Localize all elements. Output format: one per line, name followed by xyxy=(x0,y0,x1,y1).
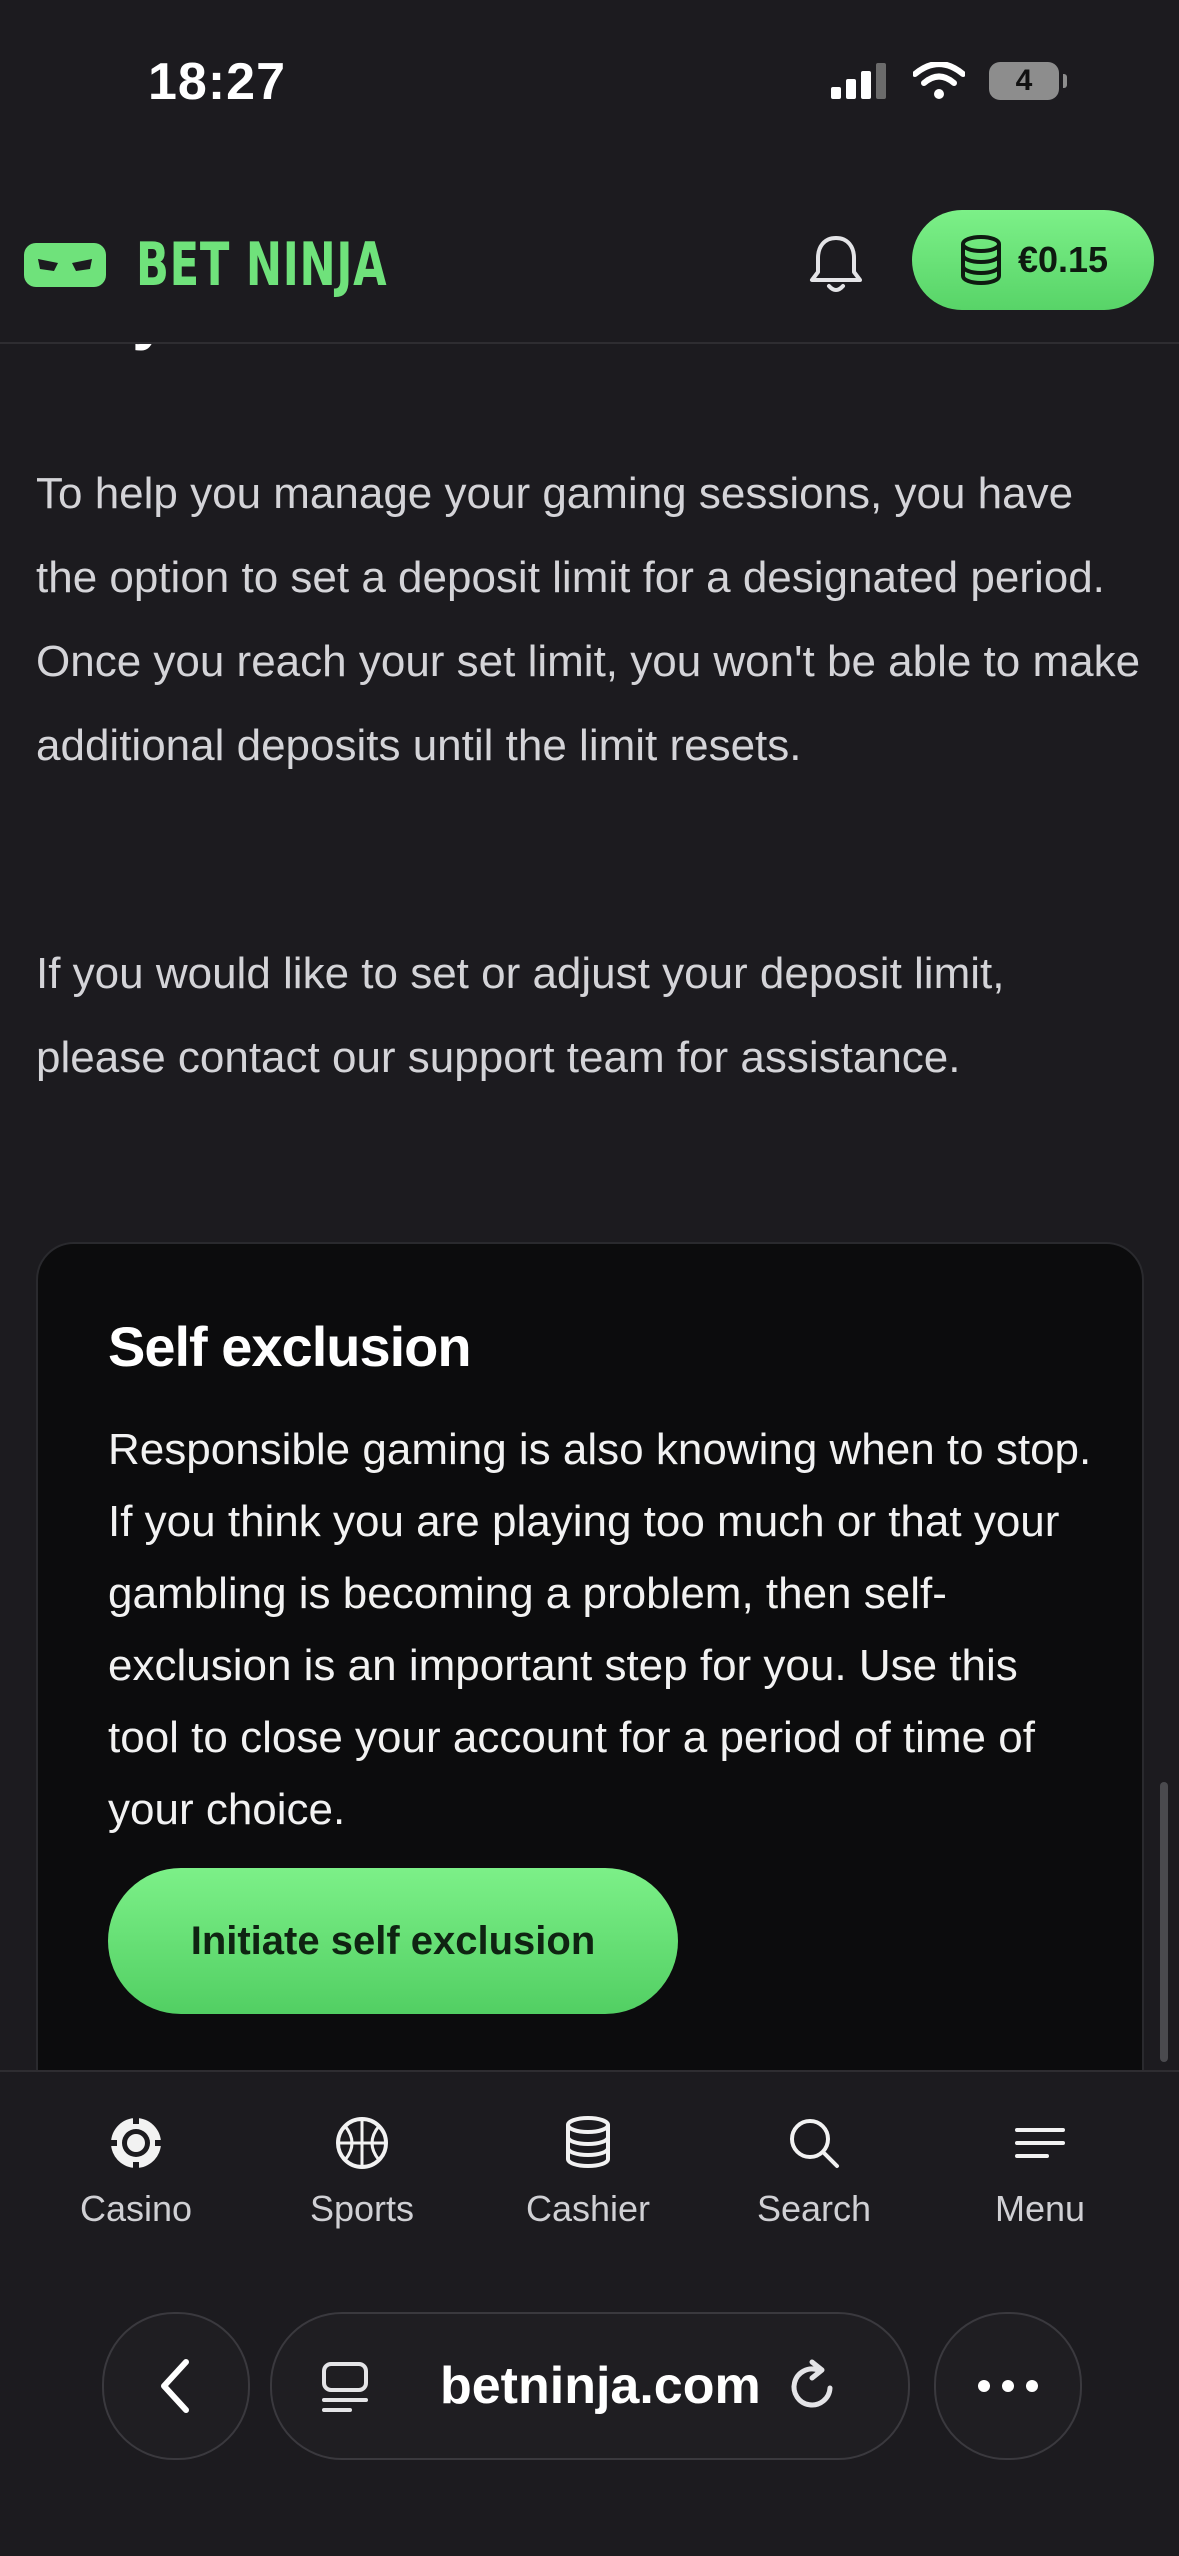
logo-text: BET NINJA xyxy=(136,230,388,300)
nav-item-sports[interactable]: Sports xyxy=(249,2072,475,2272)
search-icon xyxy=(790,2119,839,2168)
page-scrollbar[interactable] xyxy=(1160,1782,1168,2062)
balance-amount: €0.15 xyxy=(1017,239,1109,280)
battery-icon: 4 xyxy=(989,62,1067,100)
nav-item-casino[interactable]: Casino xyxy=(23,2072,249,2272)
main-content: Player Limits To help you manage your ga… xyxy=(0,342,1179,2072)
basketball-icon xyxy=(336,2117,388,2169)
nav-item-menu[interactable]: Menu xyxy=(927,2072,1153,2272)
nav-label: Search xyxy=(756,2188,872,2229)
status-bar: 18:27 4 xyxy=(0,0,1179,170)
tab-overview-icon[interactable] xyxy=(320,2360,370,2414)
nav-label: Cashier xyxy=(525,2188,651,2229)
more-dots-icon xyxy=(978,2380,1038,2392)
nav-label: Menu xyxy=(994,2188,1086,2229)
self-exclusion-card: Self exclusion Responsible gaming is als… xyxy=(36,1242,1144,2072)
more-options-button[interactable] xyxy=(934,2312,1082,2460)
status-icons: 4 xyxy=(831,62,1067,100)
ninja-mask-icon xyxy=(24,243,106,287)
nav-label: Sports xyxy=(309,2188,415,2229)
balance-button[interactable]: €0.15 xyxy=(912,210,1154,310)
coins-stack-icon xyxy=(566,2116,610,2169)
nav-label: Casino xyxy=(79,2188,193,2229)
battery-level: 4 xyxy=(1015,64,1033,97)
coins-icon xyxy=(960,235,1001,285)
status-time: 18:27 xyxy=(148,53,286,111)
bottom-nav: Casino Sports Cashier Search Menu xyxy=(0,2070,1179,2272)
browser-back-button[interactable] xyxy=(102,2312,250,2460)
casino-chip-icon xyxy=(109,2116,163,2170)
reload-icon[interactable] xyxy=(786,2358,840,2414)
address-bar[interactable]: betninja.com xyxy=(270,2312,910,2460)
chevron-left-icon xyxy=(161,2359,189,2413)
wifi-icon xyxy=(913,62,965,99)
cellular-signal-icon xyxy=(831,63,886,99)
menu-icon xyxy=(1015,2128,1065,2158)
notification-bell-icon[interactable] xyxy=(806,232,866,298)
card-description: Responsible gaming is also knowing when … xyxy=(108,1425,1092,1834)
initiate-self-exclusion-button[interactable]: Initiate self exclusion xyxy=(108,1868,678,2014)
contact-support-paragraph: If you would like to set or adjust your … xyxy=(36,949,1005,1082)
site-header: BET NINJA €0.15 xyxy=(0,170,1179,344)
browser-bar: betninja.com xyxy=(0,2270,1179,2556)
logo[interactable]: BET NINJA xyxy=(24,230,485,300)
nav-item-cashier[interactable]: Cashier xyxy=(475,2072,701,2272)
card-title: Self exclusion xyxy=(108,1315,472,1378)
deposit-limit-paragraph: To help you manage your gaming sessions,… xyxy=(36,469,1141,770)
url-text: betninja.com xyxy=(440,2357,761,2415)
nav-item-search[interactable]: Search xyxy=(701,2072,927,2272)
